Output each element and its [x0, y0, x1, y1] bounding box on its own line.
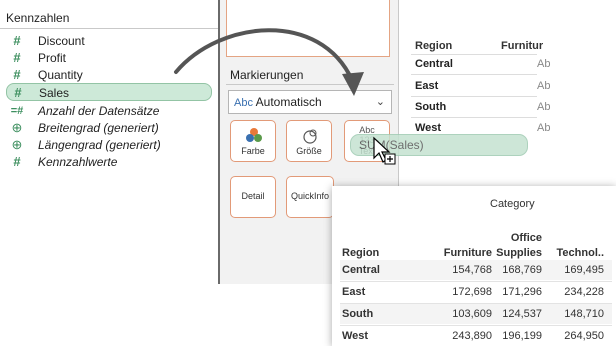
column-header-office: Office	[510, 232, 542, 244]
table-row-divider	[411, 96, 537, 97]
cell-technology: 264,950	[564, 330, 604, 342]
cell-office: 168,769	[502, 264, 542, 276]
table-cell: Ab	[537, 122, 551, 134]
column-header-supplies: Supplies	[496, 247, 542, 259]
row-region: West	[342, 330, 369, 342]
number-icon: #	[14, 85, 22, 100]
table-cell: Ab	[537, 58, 551, 70]
measure-label: Sales	[39, 86, 70, 100]
cell-technology: 148,710	[564, 308, 604, 320]
row-divider	[340, 325, 612, 326]
cell-furniture: 103,609	[452, 308, 492, 320]
tooltip-button-label: QuickInfo	[290, 191, 330, 201]
measure-longitude[interactable]: ⊕ Längengrad (generiert)	[6, 136, 212, 154]
table-row-label: East	[415, 80, 439, 92]
color-button-label: Farbe	[241, 146, 265, 156]
size-icon	[303, 129, 317, 144]
globe-icon: ⊕	[11, 120, 23, 135]
detail-button[interactable]: Detail	[230, 176, 276, 218]
measure-label: Anzahl der Datensätze	[38, 104, 160, 118]
crosstab-callout: Category Region Furniture Office Supplie…	[332, 186, 616, 346]
row-divider	[340, 281, 612, 282]
table-row-label: West	[415, 122, 442, 134]
table-row-label: Central	[415, 58, 453, 70]
detail-button-label: Detail	[241, 191, 265, 201]
measure-label: Längengrad (generiert)	[38, 138, 161, 152]
measure-values[interactable]: # Kennzahlwerte	[6, 153, 212, 171]
size-button[interactable]: Größe	[286, 120, 332, 162]
column-header-technology: Technol..	[556, 247, 604, 259]
row-region: Central	[342, 264, 380, 276]
cell-office: 124,537	[502, 308, 542, 320]
measure-label: Discount	[38, 34, 85, 48]
color-button[interactable]: Farbe	[230, 120, 276, 162]
number-icon: #	[13, 67, 21, 82]
color-palette-icon	[246, 128, 262, 142]
table-row-divider	[411, 117, 537, 118]
row-region: South	[342, 308, 374, 320]
cell-furniture: 243,890	[452, 330, 492, 342]
measure-latitude[interactable]: ⊕ Breitengrad (generiert)	[6, 119, 212, 137]
table-row-label: South	[415, 101, 447, 113]
cell-office: 171,296	[502, 286, 542, 298]
table-header-region: Region	[415, 40, 453, 52]
number-icon: #	[13, 154, 21, 169]
measures-title: Kennzahlen	[6, 11, 70, 25]
table-header-furniture: Furnitur	[501, 40, 544, 52]
globe-icon: ⊕	[11, 137, 23, 152]
row-region: East	[342, 286, 366, 298]
drag-arrow-icon	[174, 28, 364, 96]
cell-office: 196,199	[502, 330, 542, 342]
cell-technology: 169,495	[564, 264, 604, 276]
measure-label: Quantity	[38, 68, 83, 82]
table-cell: Ab	[537, 80, 551, 92]
tooltip-button[interactable]: QuickInfo	[286, 176, 334, 218]
calculated-number-icon: =#	[10, 105, 24, 117]
number-icon: #	[13, 33, 21, 48]
viz-pane-edge	[537, 0, 616, 20]
number-icon: #	[13, 50, 21, 65]
chevron-down-icon: ⌄	[375, 96, 385, 108]
table-header-divider	[411, 54, 537, 55]
table-row-divider	[411, 74, 537, 75]
measure-label: Breitengrad (generiert)	[38, 121, 159, 135]
size-button-label: Größe	[296, 146, 322, 156]
table-cell: Ab	[537, 101, 551, 113]
cell-furniture: 154,768	[452, 264, 492, 276]
measure-label: Kennzahlwerte	[38, 155, 118, 169]
measure-label: Profit	[38, 51, 67, 65]
cell-technology: 234,228	[564, 286, 604, 298]
region-header: Region	[342, 247, 380, 259]
drag-cursor-icon	[373, 136, 396, 165]
column-header-furniture: Furniture	[443, 247, 492, 259]
category-header: Category	[490, 198, 535, 210]
cell-furniture: 172,698	[452, 286, 492, 298]
